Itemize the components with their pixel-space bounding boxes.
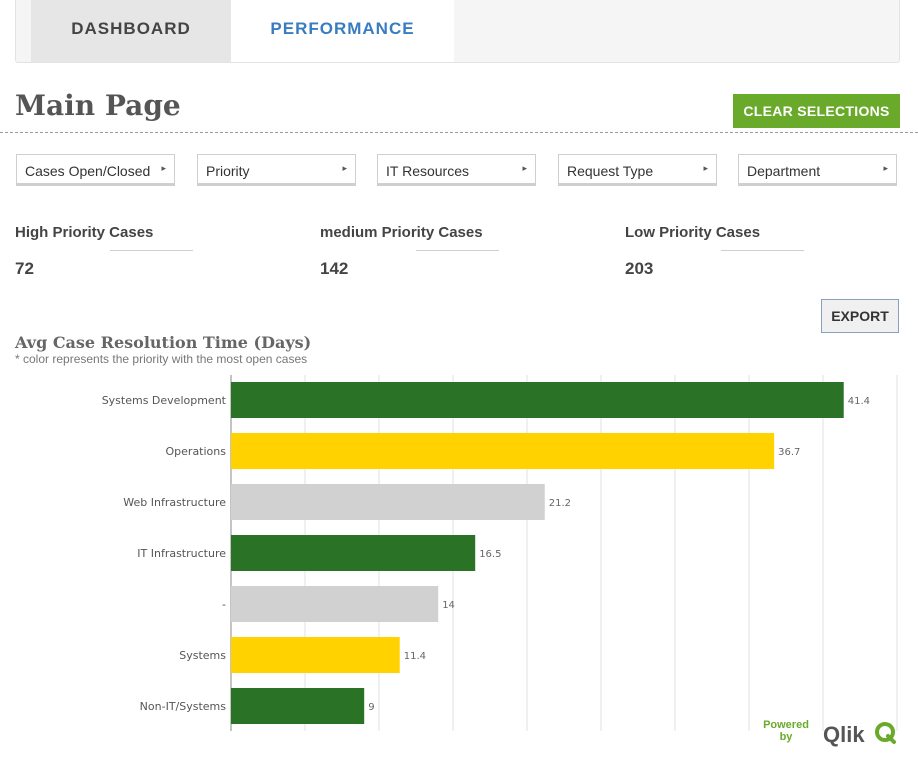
qlik-logo-text: Qlik xyxy=(823,722,865,747)
bar-value-label: 36.7 xyxy=(778,447,800,458)
bar-value-label: 21.2 xyxy=(549,498,571,509)
category-label: Non-IT/Systems xyxy=(140,700,227,713)
category-label: Operations xyxy=(166,445,227,458)
expand-arrow-icon: ▸ xyxy=(522,163,527,173)
tab-bar: DASHBOARD PERFORMANCE xyxy=(15,0,900,63)
filter-priority[interactable]: Priority ▸ xyxy=(197,154,356,186)
expand-arrow-icon: ▸ xyxy=(161,163,166,173)
kpi-high-label: High Priority Cases xyxy=(15,224,154,241)
kpi-medium-underline xyxy=(416,250,499,251)
category-label: IT Infrastructure xyxy=(137,547,226,560)
bar xyxy=(231,586,439,622)
clear-selections-button[interactable]: CLEAR SELECTIONS xyxy=(733,94,900,128)
bar xyxy=(231,637,400,673)
kpi-high-underline xyxy=(110,250,193,251)
tab-dashboard[interactable]: DASHBOARD xyxy=(31,0,231,62)
filter-label: Priority xyxy=(206,163,250,179)
qlik-logo: Qlik xyxy=(823,722,896,747)
bar xyxy=(231,484,545,520)
chart-subtitle: * color represents the priority with the… xyxy=(15,352,308,366)
bar-value-label: 14 xyxy=(442,600,455,611)
bar xyxy=(231,382,844,418)
bar-value-label: 9 xyxy=(368,702,374,713)
category-label: Systems xyxy=(179,649,226,662)
bar-value-label: 41.4 xyxy=(848,396,870,407)
filter-label: Request Type xyxy=(567,163,654,179)
kpi-low-value: 203 xyxy=(625,259,654,278)
kpi-medium-value: 142 xyxy=(320,259,349,278)
category-label: Systems Development xyxy=(102,394,227,407)
filter-department[interactable]: Department ▸ xyxy=(738,154,897,186)
title-divider xyxy=(0,132,918,133)
filter-label: Department xyxy=(747,163,821,179)
kpi-low-underline xyxy=(721,250,804,251)
category-label: Web Infrastructure xyxy=(123,496,226,509)
category-label: - xyxy=(222,598,226,611)
bar xyxy=(231,535,476,571)
expand-arrow-icon: ▸ xyxy=(883,163,888,173)
filter-label: IT Resources xyxy=(386,163,469,179)
filter-cases-open-closed[interactable]: Cases Open/Closed ▸ xyxy=(16,154,175,186)
chart-title: Avg Case Resolution Time (Days) xyxy=(15,333,312,352)
bar-value-label: 16.5 xyxy=(479,549,501,560)
bar-value-label: 11.4 xyxy=(404,651,426,662)
powered-by-label: Powered by xyxy=(763,719,809,743)
expand-arrow-icon: ▸ xyxy=(342,163,347,173)
filter-it-resources[interactable]: IT Resources ▸ xyxy=(377,154,536,186)
kpi-high-value: 72 xyxy=(15,259,34,278)
bar xyxy=(231,433,775,469)
resolution-time-chart: Systems Development 41.4 Operations 36.7 Web… xyxy=(102,375,898,731)
kpi-medium-label: medium Priority Cases xyxy=(320,224,483,241)
page-title: Main Page xyxy=(15,89,181,122)
expand-arrow-icon: ▸ xyxy=(703,163,708,173)
tab-performance[interactable]: PERFORMANCE xyxy=(231,0,454,62)
bar xyxy=(231,688,365,724)
filter-request-type[interactable]: Request Type ▸ xyxy=(558,154,717,186)
filter-label: Cases Open/Closed xyxy=(25,163,151,179)
kpi-low-label: Low Priority Cases xyxy=(625,224,761,241)
export-button[interactable]: EXPORT xyxy=(821,299,899,333)
